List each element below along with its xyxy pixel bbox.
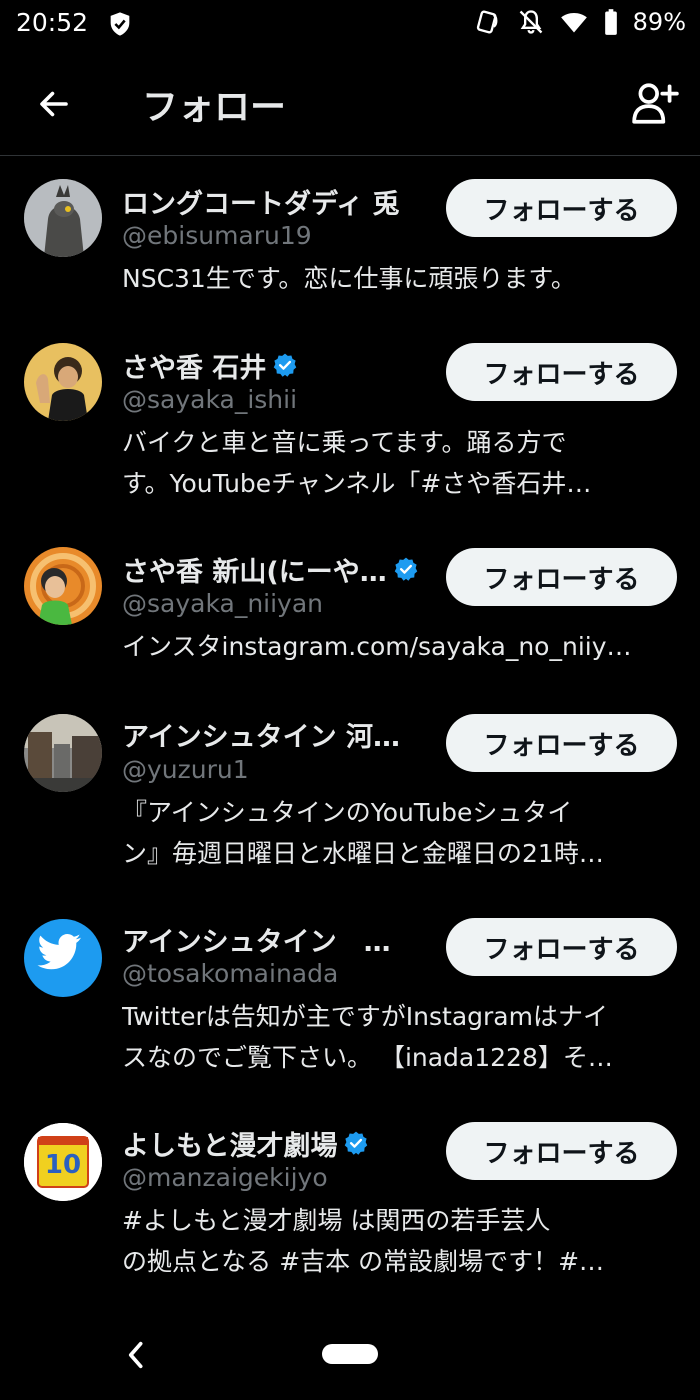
add-user-button[interactable]: [630, 78, 680, 128]
avatar[interactable]: [24, 179, 102, 257]
avatar[interactable]: [24, 919, 102, 997]
user-bio: バイクと車と音に乗ってます。踊る方で す。YouTubeチャンネル「#さや香石井…: [122, 422, 672, 504]
avatar[interactable]: [24, 714, 102, 792]
user-name: よしもと漫才劇場: [122, 1130, 338, 1162]
nav-home-pill[interactable]: [322, 1344, 378, 1364]
bio-line: Twitterは告知が主ですがInstagramはナイ: [122, 1002, 608, 1031]
shield-icon: [110, 12, 130, 36]
verified-badge-icon: [394, 557, 418, 581]
theater-logo-icon: 10: [24, 1123, 102, 1201]
user-bio: インスタinstagram.com/sayaka_no_niiy…: [122, 626, 672, 667]
bio-line: す。YouTubeチャンネル「#さや香石井…: [122, 469, 592, 498]
back-button[interactable]: [32, 82, 76, 126]
twitter-bird-icon: [37, 933, 82, 970]
verified-badge-icon: [274, 353, 297, 377]
user-name: ロングコートダディ 兎: [122, 188, 400, 220]
bio-line: バイクと車と音に乗ってます。踊る方で: [122, 428, 567, 457]
user-handle: @sayaka_niiyan: [122, 589, 324, 618]
user-name: アインシュタイン …: [122, 926, 391, 958]
status-icons: 89%: [475, 8, 686, 36]
user-bio: Twitterは告知が主ですがInstagramはナイ スなのでご覧下さい。 【…: [122, 996, 672, 1078]
user-name-row: さや香 石井: [122, 345, 422, 385]
user-handle: @manzaigekijyo: [122, 1163, 328, 1192]
notifications-off-icon: [519, 10, 542, 34]
follow-button[interactable]: フォローする: [446, 714, 677, 772]
user-name-row: アインシュタイン 河…: [122, 714, 422, 754]
nfc-icon: [476, 10, 498, 34]
user-handle: @sayaka_ishii: [122, 385, 298, 414]
bio-line: の拠点となる #吉本 の常設劇場です！#…: [122, 1247, 605, 1276]
bio-line: 『アインシュタインのYouTubeシュタイ: [122, 798, 573, 827]
system-nav-bar: [0, 1320, 700, 1400]
user-bio: #よしもと漫才劇場 は関西の若手芸人 の拠点となる #吉本 の常設劇場です！#…: [122, 1200, 672, 1282]
avatar[interactable]: [24, 547, 102, 625]
user-handle: @yuzuru1: [122, 755, 249, 784]
user-name-row: よしもと漫才劇場: [122, 1123, 422, 1163]
bio-line: ン』毎週日曜日と水曜日と金曜日の21時…: [122, 839, 604, 868]
user-handle: @tosakomainada: [122, 959, 339, 988]
user-name: さや香 新山(にーや…: [122, 556, 387, 588]
avatar-image: [24, 343, 102, 421]
bio-line: スなのでご覧下さい。 【inada1228】そ…: [122, 1043, 613, 1072]
avatar-image: [24, 179, 102, 257]
user-name: さや香 石井: [122, 352, 267, 384]
bio-line: インスタinstagram.com/sayaka_no_niiy…: [122, 632, 632, 661]
follow-button[interactable]: フォローする: [446, 179, 677, 237]
battery-percent: 89%: [632, 8, 686, 36]
svg-text:10: 10: [45, 1150, 81, 1180]
avatar-image: [24, 547, 102, 625]
user-name-row: ロングコートダディ 兎: [122, 181, 422, 221]
wifi-icon: [560, 12, 587, 33]
user-bio: NSC31生です。恋に仕事に頑張ります。: [122, 258, 672, 299]
arrow-left-icon: [40, 91, 68, 117]
bio-line: #よしもと漫才劇場 は関西の若手芸人: [122, 1206, 551, 1235]
verified-badge-icon: [345, 1131, 368, 1155]
follow-button[interactable]: フォローする: [446, 1122, 677, 1180]
user-handle: @ebisumaru19: [122, 221, 312, 250]
person-add-icon: [632, 83, 679, 124]
follow-button[interactable]: フォローする: [446, 918, 677, 976]
avatar[interactable]: 10: [24, 1123, 102, 1201]
status-bar: 20:52 89%: [0, 0, 700, 50]
bio-line: NSC31生です。恋に仕事に頑張ります。: [122, 264, 576, 293]
follow-button[interactable]: フォローする: [446, 343, 677, 401]
user-name: アインシュタイン 河…: [122, 721, 401, 753]
follow-button[interactable]: フォローする: [446, 548, 677, 606]
user-name-row: さや香 新山(にーや…: [122, 549, 422, 589]
app-header: フォロー: [0, 50, 700, 156]
user-bio: 『アインシュタインのYouTubeシュタイ ン』毎週日曜日と水曜日と金曜日の21…: [122, 792, 672, 874]
status-time: 20:52: [16, 8, 89, 37]
page-title: フォロー: [142, 87, 287, 128]
nav-back-icon[interactable]: [122, 1338, 148, 1372]
avatar[interactable]: [24, 343, 102, 421]
avatar-image: [24, 714, 102, 792]
user-name-row: アインシュタイン …: [122, 919, 422, 959]
battery-icon: [604, 9, 617, 35]
